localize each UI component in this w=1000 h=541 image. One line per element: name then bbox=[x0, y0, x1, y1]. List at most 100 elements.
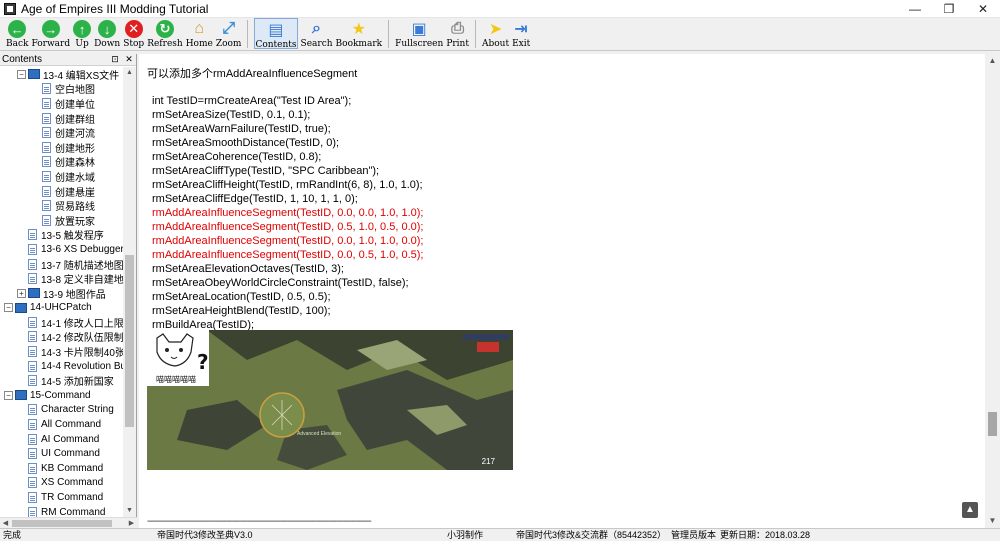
search-icon: ⌕ bbox=[312, 20, 322, 37]
tree-item[interactable]: RM Command bbox=[0, 505, 123, 517]
restore-button[interactable]: ❐ bbox=[932, 0, 966, 18]
tree-item[interactable]: 创建悬崖 bbox=[0, 184, 123, 199]
stop-button[interactable]: ✕ Stop bbox=[123, 18, 144, 49]
forward-button[interactable]: → Forward bbox=[31, 18, 70, 49]
toolbar-separator bbox=[388, 20, 390, 48]
tree-item[interactable]: 14-2 修改队伍限制 bbox=[0, 330, 123, 344]
tree-item-label: 创建单位 bbox=[55, 99, 95, 111]
article-heading: 可以添加多个rmAddAreaInfluenceSegment bbox=[147, 68, 358, 80]
about-cursor-icon: ➤ bbox=[488, 21, 503, 38]
back-to-top-icon[interactable]: ▲ bbox=[962, 502, 978, 518]
tree-item-label: RM Command bbox=[41, 506, 106, 517]
toolbar-label: Up bbox=[75, 39, 89, 49]
status-book: 帝国时代3修改圣典V3.0 bbox=[157, 530, 253, 540]
code-line: rmSetAreaHeightBlend(TestID, 100); bbox=[152, 305, 331, 317]
tree-item-label: 创建悬崖 bbox=[55, 187, 95, 199]
tree-item[interactable]: − 13-4 编辑XS文件 bbox=[0, 67, 123, 82]
page-icon bbox=[28, 346, 37, 358]
toolbar-label: Back bbox=[6, 39, 29, 49]
tree-item[interactable]: XS Command bbox=[0, 476, 123, 491]
up-button[interactable]: ↑ Up bbox=[73, 18, 92, 49]
contents-button[interactable]: ▤ Contents bbox=[254, 18, 298, 50]
contents-scrollbar-thumb[interactable] bbox=[125, 255, 134, 427]
tree-item[interactable]: AI Command bbox=[0, 432, 123, 447]
tree-item[interactable]: 创建森林 bbox=[0, 155, 123, 169]
collapse-icon[interactable]: − bbox=[4, 390, 13, 400]
scroll-up-arrow-icon[interactable]: ▲ bbox=[123, 67, 136, 79]
tree-item-label: All Command bbox=[41, 419, 102, 431]
close-button[interactable]: ✕ bbox=[966, 0, 1000, 18]
tree-item[interactable]: TR Command bbox=[0, 490, 123, 505]
tree-item[interactable]: KB Command bbox=[0, 461, 123, 476]
tree-item[interactable]: 14-5 添加新国家 bbox=[0, 373, 123, 388]
about-button[interactable]: ➤ About bbox=[482, 18, 509, 49]
down-button[interactable]: ↓ Down bbox=[94, 18, 120, 49]
fullscreen-icon: ▣ bbox=[411, 21, 427, 38]
contents-panel: Contents ⊡ ✕ − 13-4 编辑XS文件 空白地图 创建单位 创建群组 创建河… bbox=[0, 54, 137, 528]
toolbar-label: Contents bbox=[255, 40, 297, 50]
tree-item[interactable]: 14-3 卡片限制40张 bbox=[0, 344, 123, 359]
tree-item[interactable]: 放置玩家 bbox=[0, 213, 123, 228]
home-button[interactable]: ⌂ Home bbox=[186, 18, 213, 49]
page-icon bbox=[28, 433, 37, 445]
tree-item[interactable]: 空白地图 bbox=[0, 82, 123, 97]
code-line: rmSetAreaSize(TestID, 0.1, 0.1); bbox=[152, 109, 311, 121]
page-icon bbox=[42, 170, 51, 182]
exit-button[interactable]: ⇥ Exit bbox=[512, 18, 530, 49]
tree-item[interactable]: UI Command bbox=[0, 446, 123, 461]
page-icon bbox=[28, 258, 37, 270]
toolbar-label: Zoom bbox=[215, 39, 242, 49]
toolbar-label: Bookmark bbox=[335, 39, 383, 49]
collapse-icon[interactable]: − bbox=[4, 303, 13, 313]
page-icon bbox=[42, 97, 51, 109]
tree-item[interactable]: 贸易路线 bbox=[0, 198, 123, 213]
search-button[interactable]: ⌕ Search bbox=[301, 18, 333, 49]
collapse-icon[interactable]: − bbox=[17, 69, 26, 79]
article-scrollbar-thumb[interactable] bbox=[988, 412, 997, 436]
article-scroll-down-icon[interactable]: ▼ bbox=[985, 514, 1000, 528]
tree-item-label: 14-3 卡片限制40张 bbox=[41, 348, 123, 360]
pin-icon[interactable]: ⊡ bbox=[108, 54, 122, 65]
contents-icon: ▤ bbox=[268, 22, 284, 39]
code-line: int TestID=rmCreateArea("Test ID Area"); bbox=[152, 95, 352, 107]
close-panel-icon[interactable]: ✕ bbox=[122, 54, 136, 65]
refresh-button[interactable]: ↻ Refresh bbox=[147, 18, 183, 49]
tree-item[interactable]: Character String bbox=[0, 403, 123, 418]
tree-item[interactable]: 创建单位 bbox=[0, 96, 123, 111]
back-button[interactable]: ← Back bbox=[6, 18, 28, 49]
tree-item[interactable]: 创建群组 bbox=[0, 111, 123, 126]
bookmark-button[interactable]: ★ Bookmark bbox=[336, 18, 383, 49]
fullscreen-button[interactable]: ▣ Fullscreen bbox=[395, 18, 443, 49]
tree-item[interactable]: +13-9 地图作品 bbox=[0, 286, 123, 301]
tree-item[interactable]: 14-1 修改人口上限 bbox=[0, 315, 123, 330]
tree-item[interactable]: 创建河流 bbox=[0, 125, 123, 140]
contents-hscrollbar-thumb[interactable] bbox=[12, 520, 112, 527]
print-button[interactable]: ⎙ Print bbox=[446, 18, 469, 49]
code-line: rmSetAreaObeyWorldCircleConstraint(TestI… bbox=[152, 277, 409, 289]
tree-item-label: 空白地图 bbox=[55, 85, 95, 97]
zoom-icon: ⤢ bbox=[222, 20, 236, 37]
tree-item[interactable]: − 15-Command bbox=[0, 388, 123, 403]
scroll-down-arrow-icon[interactable]: ▼ bbox=[123, 505, 136, 517]
article-scrollbar[interactable]: ▲ ▼ bbox=[985, 54, 1000, 528]
book-icon bbox=[28, 288, 40, 299]
tree-item[interactable]: 13-7 随机描述地图 bbox=[0, 257, 123, 272]
contents-hscrollbar[interactable]: ◀ ▶ bbox=[0, 517, 137, 528]
expand-icon[interactable]: + bbox=[17, 288, 26, 298]
minimize-button[interactable]: — bbox=[898, 0, 932, 18]
tree-item[interactable]: All Command bbox=[0, 417, 123, 432]
meme-caption: 喵喵喵喵喵 bbox=[156, 375, 196, 384]
article-scroll-up-icon[interactable]: ▲ bbox=[985, 54, 1000, 68]
tree-item[interactable]: 14-4 Revolution Bug bbox=[0, 359, 123, 374]
divider-line: ----------------------------------------… bbox=[147, 516, 372, 527]
tree-item[interactable]: 13-6 XS Debugger bbox=[0, 242, 123, 257]
tree-item[interactable]: 13-5 触发程序 bbox=[0, 228, 123, 242]
tree-item[interactable]: 13-8 定义非自建地图 bbox=[0, 271, 123, 286]
tree-item[interactable]: − 14-UHCPatch bbox=[0, 301, 123, 316]
tree-item[interactable]: 创建水域 bbox=[0, 169, 123, 184]
toolbar-label: Print bbox=[446, 39, 469, 49]
contents-scrollbar[interactable]: ▲ ▼ bbox=[123, 67, 136, 517]
page-icon bbox=[42, 112, 51, 124]
zoom-button[interactable]: ⤢ Zoom bbox=[216, 18, 242, 49]
tree-item[interactable]: 创建地形 bbox=[0, 140, 123, 155]
